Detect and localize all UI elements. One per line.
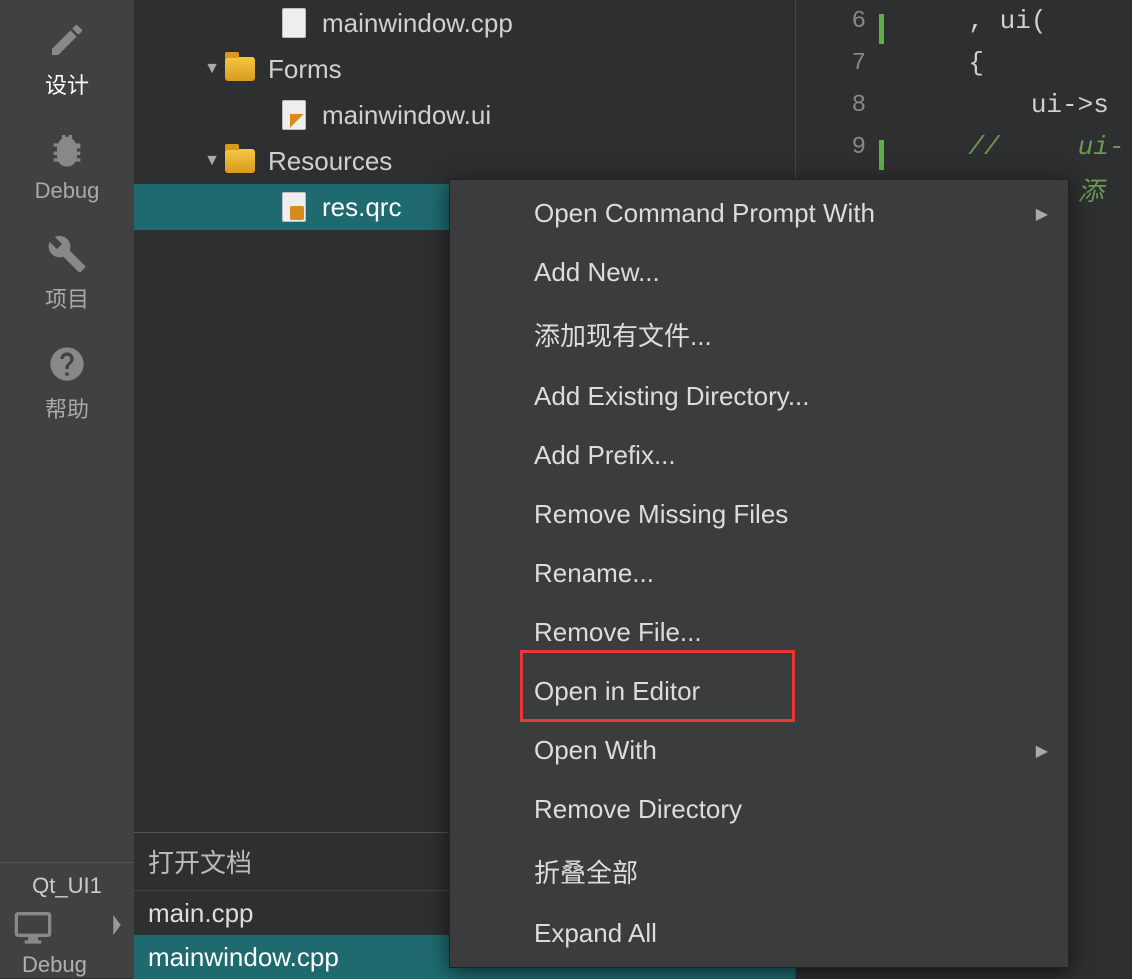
kit-name: Qt_UI1 [32, 869, 102, 903]
line-number: 6 [796, 8, 886, 35]
tree-item-label: mainwindow.cpp [322, 8, 513, 39]
mode-help[interactable]: 帮助 [0, 324, 134, 434]
context-menu-item[interactable]: Remove File... [450, 603, 1068, 662]
code-text: ui->s [886, 90, 1109, 120]
context-menu-item[interactable]: Open With [450, 721, 1068, 780]
context-menu-item[interactable]: Open Command Prompt With [450, 184, 1068, 243]
folder-icon [224, 145, 256, 177]
tree-item-label: Resources [268, 146, 392, 177]
cpp-file-icon [278, 7, 310, 39]
context-menu-item[interactable]: Remove Directory [450, 780, 1068, 839]
context-menu: Open Command Prompt WithAdd New...添加现有文件… [449, 179, 1069, 968]
mode-label: 项目 [45, 282, 89, 314]
mode-label: 设计 [45, 68, 89, 100]
context-menu-item[interactable]: Rename... [450, 544, 1068, 603]
mode-sidebar: 设计 Debug 项目 帮助 Qt_UI1 Debug [0, 0, 134, 978]
tree-item-label: res.qrc [322, 192, 401, 223]
chevron-right-icon [110, 915, 124, 940]
tree-item[interactable]: Resources [134, 138, 795, 184]
context-menu-item[interactable]: Add Existing Directory... [450, 367, 1068, 426]
tree-item-label: Forms [268, 54, 342, 85]
expand-arrow-icon[interactable] [200, 60, 224, 78]
code-text: { [886, 48, 984, 78]
wrench-icon [45, 232, 89, 276]
tree-item-label: mainwindow.ui [322, 100, 491, 131]
kit-selector[interactable]: Qt_UI1 Debug [0, 863, 134, 978]
context-menu-item[interactable]: 添加现有文件... [450, 302, 1068, 367]
mode-label: Debug [35, 178, 100, 204]
context-menu-item[interactable]: Expand All [450, 904, 1068, 963]
code-text: // ui- [886, 132, 1124, 162]
context-menu-item[interactable]: Open in Editor [450, 662, 1068, 721]
help-icon [45, 342, 89, 386]
code-line: 8 ui->s [796, 84, 1132, 126]
mode-debug[interactable]: Debug [0, 110, 134, 214]
context-menu-item[interactable]: Add Prefix... [450, 426, 1068, 485]
line-number: 7 [796, 50, 886, 77]
context-menu-item[interactable]: Remove Missing Files [450, 485, 1068, 544]
tree-item[interactable]: mainwindow.ui [134, 92, 795, 138]
pencil-icon [45, 18, 89, 62]
line-number: 8 [796, 92, 886, 119]
code-line: 7 { [796, 42, 1132, 84]
tree-item[interactable]: mainwindow.cpp [134, 0, 795, 46]
code-line: 9 // ui- [796, 126, 1132, 168]
ui-file-icon [278, 99, 310, 131]
mode-project[interactable]: 项目 [0, 214, 134, 324]
code-text: , ui( [886, 6, 1046, 36]
code-line: 6 , ui( [796, 0, 1132, 42]
tree-item[interactable]: Forms [134, 46, 795, 92]
bug-icon [45, 128, 89, 172]
mode-design[interactable]: 设计 [0, 0, 134, 110]
line-number: 9 [796, 134, 886, 161]
mode-label: 帮助 [45, 392, 89, 424]
context-menu-item[interactable]: Add New... [450, 243, 1068, 302]
folder-icon [224, 53, 256, 85]
expand-arrow-icon[interactable] [200, 152, 224, 170]
qrc-file-icon [278, 191, 310, 223]
build-mode-label: Debug [0, 952, 87, 978]
monitor-icon [8, 903, 58, 952]
context-menu-item[interactable]: 折叠全部 [450, 839, 1068, 904]
